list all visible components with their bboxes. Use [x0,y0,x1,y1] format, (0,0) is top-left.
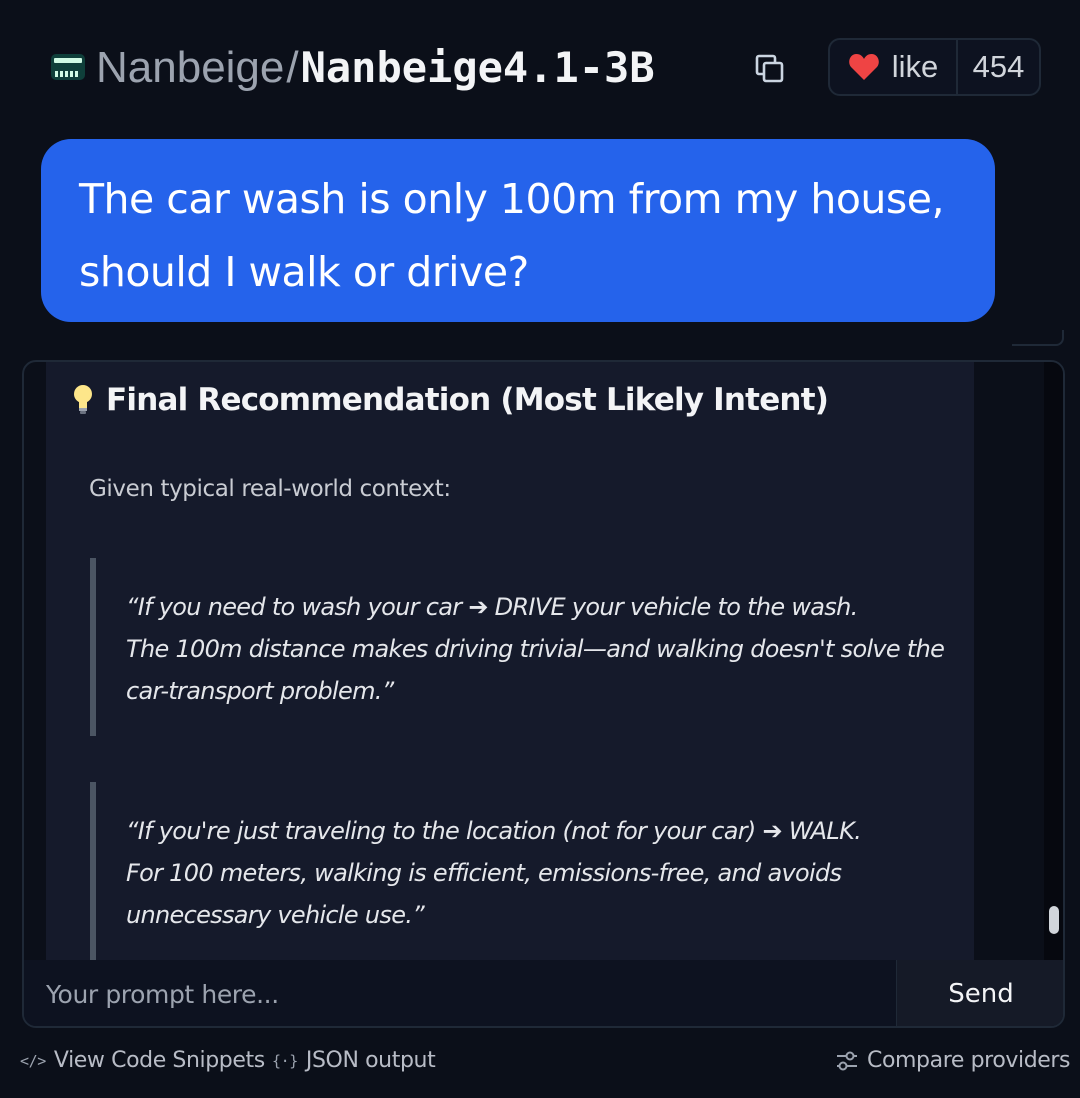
like-button[interactable]: like [830,40,958,94]
lightbulb-icon [74,385,92,414]
response-heading-text: Final Recommendation (Most Likely Intent… [106,382,829,418]
response-heading: Final Recommendation (Most Likely Intent… [72,382,829,418]
quote-line: The 100m distance makes driving trivial—… [126,635,945,663]
model-path: Nanbeige/Nanbeige4.1-3B [96,40,655,96]
like-count[interactable]: 454 [958,40,1039,94]
json-output-link[interactable]: {·} JSON output [272,1048,436,1073]
path-separator: / [286,43,299,92]
model-name-link[interactable]: Nanbeige4.1-3B [301,43,655,92]
response-intro: Given typical real-world context: [89,476,451,502]
like-label: like [891,49,939,84]
heart-icon [848,54,879,80]
prompt-row: Send [24,960,1063,1026]
scrollbar-thumb[interactable] [1049,906,1059,934]
blockquote-drive: “If you need to wash your car ➔ DRIVE yo… [90,558,970,736]
quote-line: unnecessary vehicle use.” [126,901,425,929]
sliders-icon [837,1051,857,1070]
view-code-snippets-link[interactable]: </> View Code Snippets [20,1048,265,1073]
send-button[interactable]: Send [896,960,1063,1026]
org-name-link[interactable]: Nanbeige [96,43,284,92]
user-message-line: The car wash is only 100m from my house, [79,175,945,223]
quote-line: For 100 meters, walking is efficient, em… [126,859,842,887]
model-header: Nanbeige/Nanbeige4.1-3B like 454 [0,0,1080,130]
blockquote-walk: “If you're just traveling to the locatio… [90,782,970,960]
like-widget: like 454 [828,38,1041,96]
copy-icon[interactable] [753,52,787,86]
panel-divider [1012,330,1064,346]
compare-providers-label: Compare providers [867,1048,1071,1073]
model-logo-icon [51,54,85,80]
quote-line: “If you need to wash your car ➔ DRIVE yo… [126,593,858,621]
response-scrollbar[interactable] [1044,362,1063,960]
user-message-bubble: The car wash is only 100m from my house,… [41,139,995,322]
view-code-label: View Code Snippets [53,1048,265,1073]
assistant-response: Final Recommendation (Most Likely Intent… [46,362,974,960]
quote-line: “If you're just traveling to the locatio… [126,817,862,845]
chat-panel: Final Recommendation (Most Likely Intent… [22,360,1065,1028]
quote-line: car-transport problem.” [126,677,394,705]
code-icon: </> [20,1051,46,1070]
prompt-input[interactable] [24,960,896,1026]
json-output-label: JSON output [305,1048,436,1073]
footer-bar: </> View Code Snippets {·} JSON output C… [0,1040,1080,1084]
user-message-line: should I walk or drive? [79,248,529,296]
compare-providers-link[interactable]: Compare providers [835,1048,1071,1073]
json-icon: {·} [272,1051,298,1070]
